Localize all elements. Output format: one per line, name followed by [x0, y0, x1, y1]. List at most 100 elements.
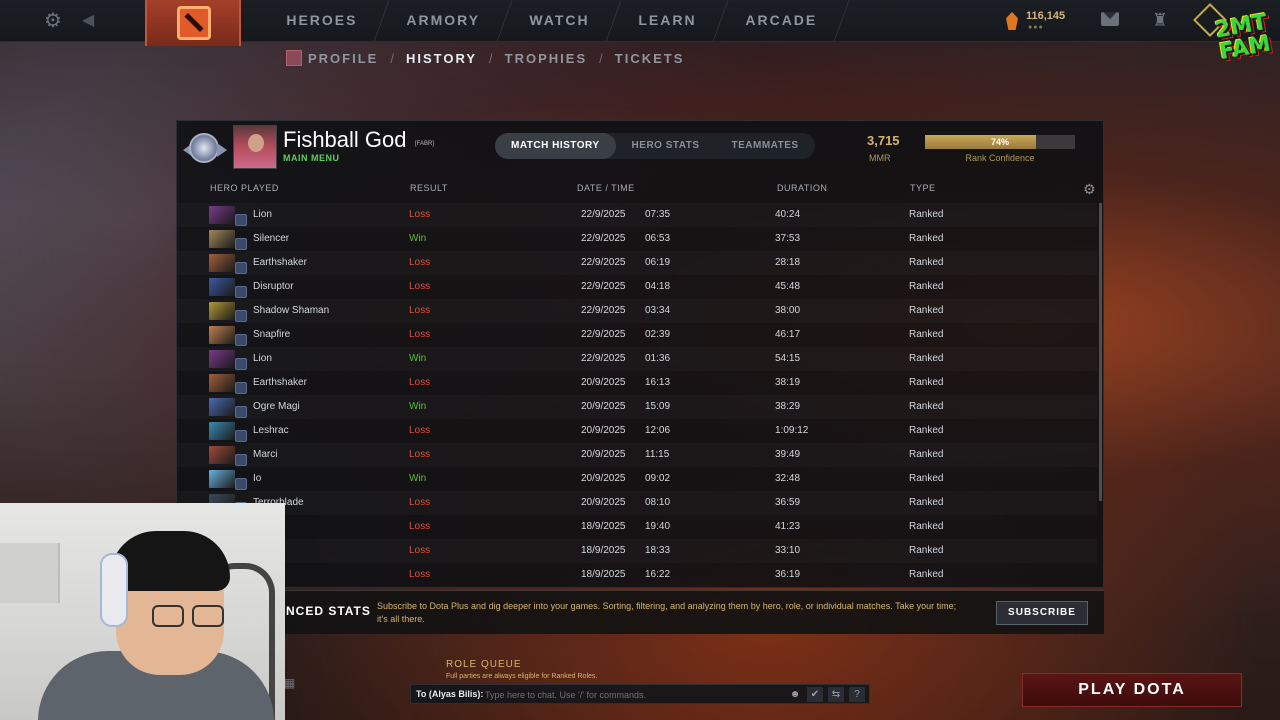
role-icon: [235, 358, 247, 370]
match-row[interactable]: Earthshaker Loss 20/9/2025 16:13 38:19 Ranked: [177, 371, 1097, 395]
hero-name: Leshrac: [253, 425, 289, 436]
subnav-trophies[interactable]: TROPHIES: [505, 51, 587, 66]
match-type: Ranked: [909, 305, 944, 316]
match-row[interactable]: Snapfire Loss 22/9/2025 02:39 46:17 Ranked: [177, 323, 1097, 347]
match-row[interactable]: Marci Loss 20/9/2025 11:15 39:49 Ranked: [177, 443, 1097, 467]
match-row[interactable]: Loss 18/9/2025 19:40 41:23 Ranked: [177, 515, 1097, 539]
match-time: 07:35: [645, 209, 671, 220]
webcam-hair: [110, 531, 230, 591]
match-duration: 32:48: [775, 473, 801, 484]
match-row[interactable]: Earthshaker Loss 22/9/2025 06:19 28:18 Ranked: [177, 251, 1097, 275]
match-result: Loss: [409, 569, 431, 580]
match-date: 18/9/2025: [581, 521, 626, 532]
tab-match-history[interactable]: MATCH HISTORY: [495, 133, 616, 159]
match-result: Loss: [409, 257, 431, 268]
dota-logo-button[interactable]: [145, 0, 241, 46]
tab-teammates[interactable]: TEAMMATES: [716, 133, 815, 159]
dota-logo-icon: [177, 6, 211, 40]
chat-bar: To (Alyas Bilis): ☻ ✔ ⇆ ?: [410, 684, 870, 704]
match-history-panel: Fishball God [FABR] MAIN MENU MATCH HIST…: [176, 120, 1104, 588]
match-row[interactable]: TerrorbladeLoss20/9/202508:1036:59Ranked: [177, 491, 1097, 515]
match-date: 18/9/2025: [581, 545, 626, 556]
match-time: 18:33: [645, 545, 671, 556]
back-arrow-icon[interactable]: ◀: [78, 10, 98, 32]
nav-arcade[interactable]: ARCADE: [713, 0, 850, 42]
match-date: 20/9/2025: [581, 497, 626, 508]
mmr-value: 3,715: [867, 133, 900, 148]
glasses-left: [152, 605, 184, 627]
match-row[interactable]: Lion Win 22/9/2025 01:36 54:15 Ranked: [177, 347, 1097, 371]
top-nav: ⚙ ◀ HEROES ARMORY WATCH LEARN ARCADE 116…: [0, 0, 1280, 46]
hero-name: Earthshaker: [253, 377, 307, 388]
col-result[interactable]: RESULT: [410, 183, 448, 193]
emoji-icon[interactable]: ☻: [787, 687, 803, 702]
match-row[interactable]: Lion Loss 22/9/2025 07:35 40:24 Ranked: [177, 203, 1097, 227]
role-queue-title[interactable]: ROLE QUEUE: [446, 659, 522, 670]
play-dota-button[interactable]: PLAY DOTA: [1022, 673, 1242, 707]
match-duration: 1:09:12: [775, 425, 809, 436]
subnav-history[interactable]: HISTORY: [406, 51, 477, 66]
match-time: 02:39: [645, 329, 671, 340]
hero-name: Earthshaker: [253, 257, 307, 268]
match-type: Ranked: [909, 353, 944, 364]
match-time: 08:10: [645, 497, 671, 508]
match-duration: 45:48: [775, 281, 801, 292]
col-hero-played[interactable]: HERO PLAYED: [210, 183, 279, 193]
match-duration: 38:29: [775, 401, 801, 412]
table-settings-gear-icon[interactable]: ⚙: [1083, 181, 1096, 198]
settings-gear-icon[interactable]: ⚙: [42, 10, 64, 32]
match-result: Loss: [409, 329, 431, 340]
match-row[interactable]: Loss 18/9/2025 18:33 33:10 Ranked: [177, 539, 1097, 563]
profile-subnav: PROFILE / HISTORY / TROPHIES / TICKETS: [286, 48, 684, 68]
hero-name: Io: [253, 473, 262, 484]
match-row[interactable]: Silencer Win 22/9/2025 06:53 37:53 Ranked: [177, 227, 1097, 251]
match-row[interactable]: Io Win 20/9/2025 09:02 32:48 Ranked: [177, 467, 1097, 491]
mail-icon[interactable]: [1101, 12, 1119, 26]
match-type: Ranked: [909, 329, 944, 340]
match-type: Ranked: [909, 377, 944, 388]
col-type[interactable]: TYPE: [910, 183, 936, 193]
chat-input[interactable]: [485, 687, 785, 702]
match-row[interactable]: Leshrac Loss 20/9/2025 12:06 1:09:12 Ranked: [177, 419, 1097, 443]
subnav-profile[interactable]: PROFILE: [308, 51, 378, 66]
party-icon[interactable]: ▦: [284, 676, 304, 690]
shards-currency[interactable]: 116,145 ●●●: [1006, 10, 1076, 34]
match-duration: 37:53: [775, 233, 801, 244]
player-avatar[interactable]: [233, 125, 277, 169]
nav-heroes[interactable]: HEROES: [254, 0, 390, 42]
armory-icon[interactable]: ♜: [1150, 10, 1170, 30]
role-icon: [235, 238, 247, 250]
hero-name: Marci: [253, 449, 278, 460]
subscribe-button[interactable]: SUBSCRIBE: [996, 601, 1088, 625]
match-result: Loss: [409, 281, 431, 292]
match-result: Win: [409, 353, 427, 364]
scrollbar[interactable]: [1099, 203, 1102, 501]
col-date-time[interactable]: DATE / TIME: [577, 183, 635, 193]
match-row[interactable]: Loss 18/9/2025 16:22 36:19 Ranked: [177, 563, 1097, 587]
match-result: Loss: [409, 521, 431, 532]
translate-icon[interactable]: ⇆: [828, 687, 844, 702]
hero-name: Lion: [253, 353, 272, 364]
hero-name: Snapfire: [253, 329, 291, 340]
nav-watch[interactable]: WATCH: [497, 0, 622, 42]
match-row[interactable]: Ogre Magi Win 20/9/2025 15:09 38:29 Ranked: [177, 395, 1097, 419]
match-row[interactable]: Shadow Shaman Loss 22/9/2025 03:34 38:00 Rank…: [177, 299, 1097, 323]
hero-portrait: [209, 374, 235, 392]
match-result: Loss: [409, 425, 431, 436]
shard-icon: [1006, 12, 1018, 30]
dota-plus-text: Subscribe to Dota Plus and dig deeper in…: [377, 601, 957, 624]
role-icon: [235, 382, 247, 394]
check-icon[interactable]: ✔: [807, 687, 823, 702]
nav-armory[interactable]: ARMORY: [374, 0, 513, 42]
nav-learn[interactable]: LEARN: [606, 0, 730, 42]
subnav-tickets[interactable]: TICKETS: [615, 51, 685, 66]
tab-hero-stats[interactable]: HERO STATS: [616, 133, 716, 159]
hero-portrait: [209, 422, 235, 440]
match-row[interactable]: Disruptor Loss 22/9/2025 04:18 45:48 Ranked: [177, 275, 1097, 299]
match-date: 22/9/2025: [581, 233, 626, 244]
help-icon[interactable]: ?: [849, 687, 865, 702]
player-name: Fishball God: [283, 127, 407, 152]
match-type: Ranked: [909, 233, 944, 244]
col-duration[interactable]: DURATION: [777, 183, 827, 193]
hero-name: Disruptor: [253, 281, 294, 292]
